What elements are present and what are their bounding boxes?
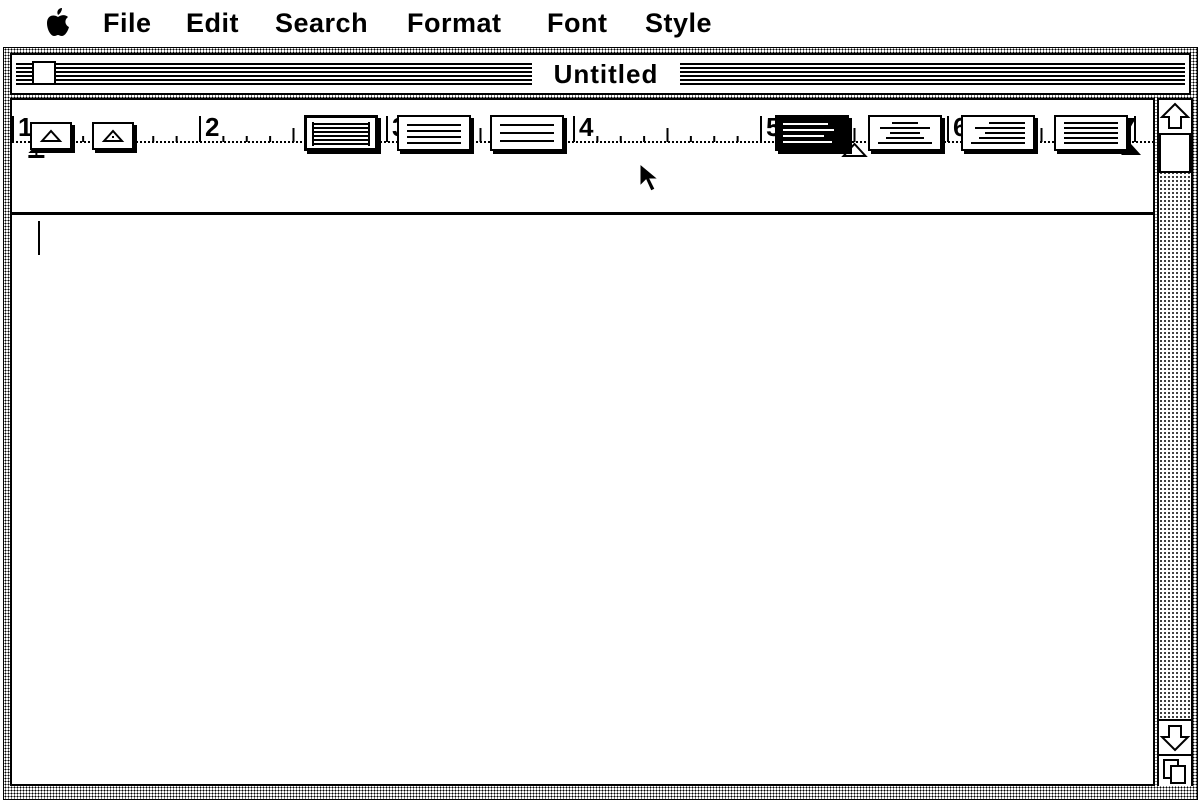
menu-format[interactable]: Format <box>407 8 502 39</box>
menu-search[interactable]: Search <box>275 8 368 39</box>
down-arrow-icon <box>1159 725 1191 752</box>
align-justify-button[interactable] <box>1054 115 1128 151</box>
double-spacing-icon <box>500 124 554 142</box>
ruler: 1234567 <box>12 100 1153 215</box>
left-tab-icon <box>39 129 63 142</box>
resize-icon <box>1163 759 1186 784</box>
align-left-icon <box>778 118 846 148</box>
size-box[interactable] <box>1159 754 1191 786</box>
scroll-thumb[interactable] <box>1159 133 1191 173</box>
align-right-icon <box>971 122 1025 144</box>
document-window: Untitled 1234567 <box>3 47 1198 800</box>
menu-bar: File Edit Search Format Font Style <box>0 0 1201 46</box>
single-spacing-icon <box>312 122 370 146</box>
menu-edit[interactable]: Edit <box>186 8 239 39</box>
scroll-up-button[interactable] <box>1159 100 1191 133</box>
left-tab-button[interactable] <box>30 122 72 150</box>
vertical-scrollbar[interactable] <box>1157 98 1193 786</box>
align-left-button[interactable] <box>775 115 849 151</box>
ruler-label: 4 <box>579 112 594 142</box>
decimal-tab-button[interactable] <box>92 122 134 150</box>
scroll-track[interactable] <box>1159 133 1191 721</box>
title-bar[interactable]: Untitled <box>10 53 1191 95</box>
menu-file[interactable]: File <box>103 8 152 39</box>
one-and-half-spacing-button[interactable] <box>397 115 471 151</box>
align-center-button[interactable] <box>868 115 942 151</box>
text-insertion-caret <box>38 221 40 255</box>
up-arrow-icon <box>1159 102 1191 129</box>
apple-menu-icon[interactable] <box>46 8 70 43</box>
menu-font[interactable]: Font <box>547 8 607 39</box>
align-justify-icon <box>1064 122 1118 144</box>
scroll-down-button[interactable] <box>1159 721 1191 754</box>
align-right-button[interactable] <box>961 115 1035 151</box>
double-spacing-button[interactable] <box>490 115 564 151</box>
mouse-pointer-icon <box>638 162 662 199</box>
decimal-tab-icon <box>101 129 125 142</box>
menu-style[interactable]: Style <box>645 8 712 39</box>
document-area[interactable]: 1234567 <box>10 98 1155 786</box>
single-spacing-button[interactable] <box>304 115 378 151</box>
align-center-icon <box>878 122 932 144</box>
window-title: Untitled <box>532 59 680 90</box>
one-and-half-spacing-icon <box>407 124 461 144</box>
first-line-indent-marker <box>28 155 45 158</box>
close-box[interactable] <box>32 61 56 85</box>
ruler-label: 2 <box>205 112 219 142</box>
